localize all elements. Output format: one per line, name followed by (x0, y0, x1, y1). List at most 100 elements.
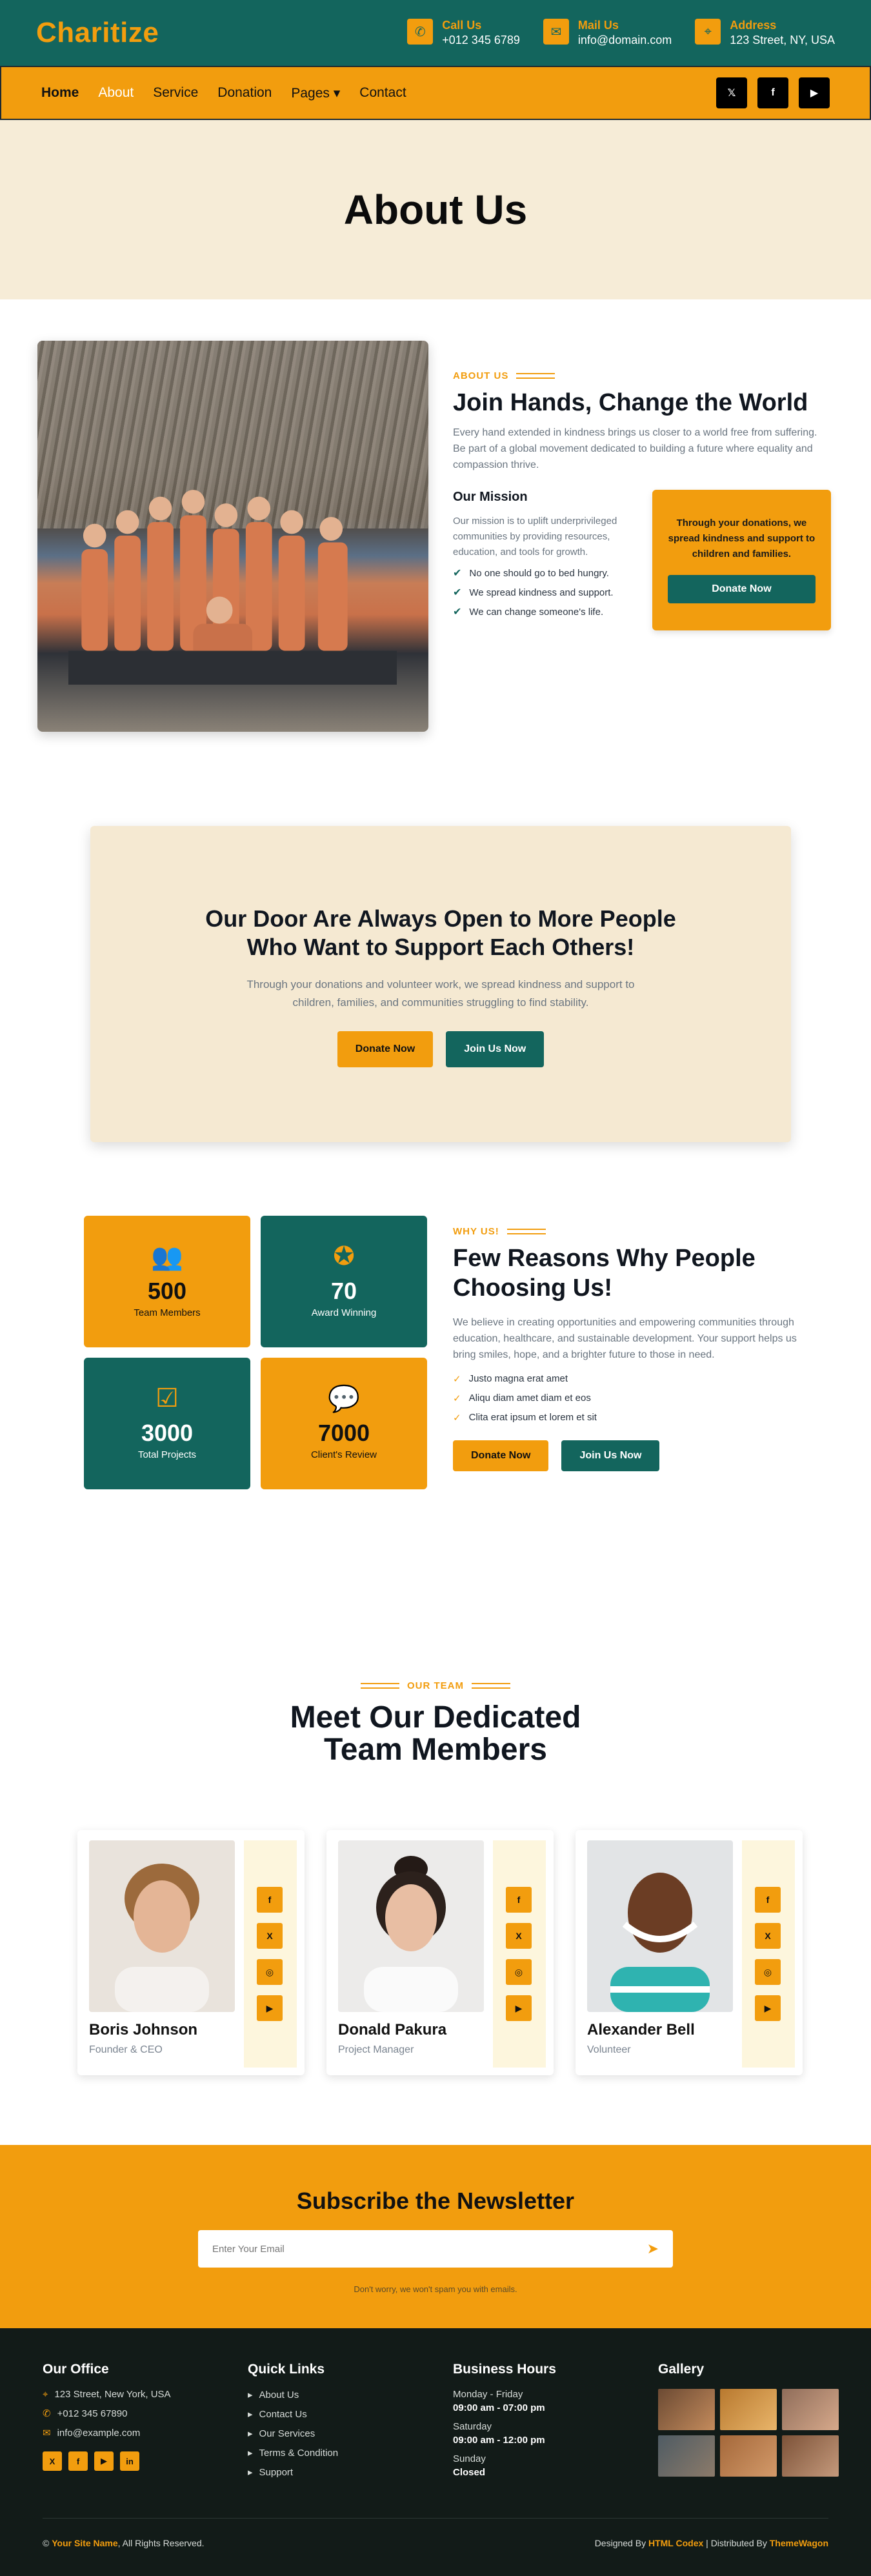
gallery-thumb[interactable] (720, 2435, 777, 2477)
facebook-icon[interactable]: f (257, 1887, 283, 1913)
member-role: Volunteer (587, 2044, 631, 2055)
list-check-icon: ☑ (155, 1384, 179, 1413)
check-text: No one should go to bed hungry. (469, 567, 609, 579)
designer-link[interactable]: HTML Codex (648, 2538, 703, 2548)
check-text: We spread kindness and support. (469, 587, 614, 598)
footer-link[interactable]: ▸ Contact Us (248, 2408, 415, 2420)
footer-link[interactable]: ▸ Our Services (248, 2428, 415, 2440)
gallery-thumb[interactable] (720, 2389, 777, 2430)
member-name: Alexander Bell (587, 2021, 695, 2038)
nav-item-home[interactable]: Home (41, 85, 79, 101)
check-text: We can change someone's life. (469, 606, 604, 618)
stat-value: 3000 (141, 1420, 194, 1446)
donate-now-button[interactable]: Donate Now (667, 575, 816, 603)
twitter-icon[interactable]: X (257, 1923, 283, 1949)
twitter-icon[interactable]: X (43, 2451, 62, 2471)
member-photo (89, 1840, 235, 2012)
youtube-icon[interactable]: ▶ (799, 77, 830, 108)
distributed-by-label: | Distributed By (706, 2538, 767, 2548)
gallery-thumb[interactable] (658, 2389, 715, 2430)
instagram-icon[interactable]: ◎ (755, 1959, 781, 1985)
about-content: ABOUT US Join Hands, Change the World Ev… (453, 370, 831, 630)
contact-phone[interactable]: ✆ Call Us +012 345 6789 (407, 19, 520, 47)
newsletter-email-input[interactable] (212, 2243, 647, 2255)
stat-label: Team Members (134, 1307, 201, 1318)
instagram-icon[interactable]: ◎ (506, 1959, 532, 1985)
team-section: OUR TEAM Meet Our Dedicated Team Members … (0, 1680, 871, 2145)
reasons-title: Few Reasons Why People Choosing Us! (453, 1243, 801, 1303)
donate-now-button[interactable]: Donate Now (337, 1031, 434, 1067)
mission-title: Our Mission (453, 490, 528, 504)
about-title: Join Hands, Change the World (453, 389, 808, 416)
nav-item-pages[interactable]: Pages ▾ (291, 85, 340, 101)
footer-office: Our Office ⌖ 123 Street, New York, USA ✆ +… (43, 2362, 223, 2471)
contact-mail[interactable]: ✉ Mail Us info@domain.com (543, 19, 672, 47)
eyebrow-label: ABOUT US (453, 370, 509, 381)
twitter-icon[interactable]: X (755, 1923, 781, 1949)
nav-item-service[interactable]: Service (153, 85, 198, 101)
nav-item-donation[interactable]: Donation (217, 85, 272, 101)
check-icon: ✔ (453, 568, 462, 579)
member-photo (587, 1840, 733, 2012)
facebook-icon[interactable]: f (757, 77, 788, 108)
team-title-line2: Team Members (324, 1733, 547, 1767)
nav-item-about[interactable]: About (98, 85, 134, 101)
rights-text: , All Rights Reserved. (117, 2538, 205, 2548)
copyright-symbol: © (43, 2538, 50, 2548)
caret-right-icon: ▸ (248, 2467, 253, 2478)
contact-label: Mail Us (577, 19, 619, 32)
nav-item-contact[interactable]: Contact (359, 85, 406, 101)
contact-address[interactable]: ⌖ Address 123 Street, NY, USA (695, 19, 835, 47)
gallery-thumb[interactable] (658, 2435, 715, 2477)
phone-icon: ✆ (43, 2408, 51, 2419)
map-pin-icon: ⌖ (695, 19, 721, 45)
door-title: Our Door Are Always Open to More People W… (90, 905, 791, 961)
nav-pages-label: Pages (291, 85, 330, 101)
footer-link[interactable]: ▸ Support (248, 2466, 415, 2479)
youtube-icon[interactable]: ▶ (257, 1995, 283, 2021)
credits: Designed By HTML Codex | Distributed By … (595, 2538, 828, 2548)
gallery-thumb[interactable] (782, 2389, 839, 2430)
facebook-icon[interactable]: f (506, 1887, 532, 1913)
page-title: About Us (343, 186, 528, 233)
reasons-content: WHY US! Few Reasons Why People Choosing U… (453, 1226, 801, 1471)
facebook-icon[interactable]: f (755, 1887, 781, 1913)
site-name-link[interactable]: Your Site Name (52, 2538, 117, 2548)
donate-now-button[interactable]: Donate Now (453, 1440, 549, 1471)
youtube-icon[interactable]: ▶ (755, 1995, 781, 2021)
caret-right-icon: ▸ (248, 2409, 253, 2420)
newsletter-note: Don't worry, we won't spam you with emai… (354, 2284, 517, 2294)
map-pin-icon: ⌖ (43, 2389, 48, 2400)
youtube-icon[interactable]: ▶ (94, 2451, 114, 2471)
footer-link[interactable]: ▸ Terms & Condition (248, 2447, 415, 2459)
member-role: Project Manager (338, 2044, 414, 2055)
join-us-button[interactable]: Join Us Now (561, 1440, 660, 1471)
team-eyebrow: OUR TEAM (0, 1680, 871, 1691)
reasons-eyebrow: WHY US! (453, 1226, 801, 1237)
hours-time: 09:00 am - 07:00 pm (453, 2402, 545, 2413)
join-us-button[interactable]: Join Us Now (446, 1031, 545, 1067)
list-item: ✓ Justo magna erat amet (453, 1373, 801, 1385)
main-navbar: Home About Service Donation Pages ▾ Cont… (0, 66, 871, 120)
footer-office-title: Our Office (43, 2362, 109, 2377)
designed-by-label: Designed By (594, 2538, 646, 2548)
linkedin-icon[interactable]: in (120, 2451, 139, 2471)
twitter-icon[interactable]: X (506, 1923, 532, 1949)
office-address-text: 123 Street, New York, USA (54, 2389, 171, 2400)
facebook-icon[interactable]: f (68, 2451, 88, 2471)
youtube-icon[interactable]: ▶ (506, 1995, 532, 2021)
twitter-icon[interactable]: 𝕏 (716, 77, 747, 108)
paper-plane-icon[interactable]: ➤ (647, 2240, 659, 2257)
envelope-icon: ✉ (543, 19, 569, 45)
eyebrow-lines (516, 373, 556, 379)
footer-socials: X f ▶ in (43, 2451, 223, 2471)
footer-link[interactable]: ▸ About Us (248, 2389, 415, 2401)
crowd-illustration (68, 490, 397, 685)
stat-value: 70 (330, 1278, 357, 1304)
site-logo[interactable]: Charitize (36, 17, 159, 49)
instagram-icon[interactable]: ◎ (257, 1959, 283, 1985)
distributor-link[interactable]: ThemeWagon (770, 2538, 828, 2548)
gallery-thumb[interactable] (782, 2435, 839, 2477)
mission-checklist: ✔ No one should go to bed hungry. ✔ We spr… (453, 567, 628, 618)
footer-hours: Business Hours Monday - Friday 09:00 am … (453, 2362, 621, 2478)
